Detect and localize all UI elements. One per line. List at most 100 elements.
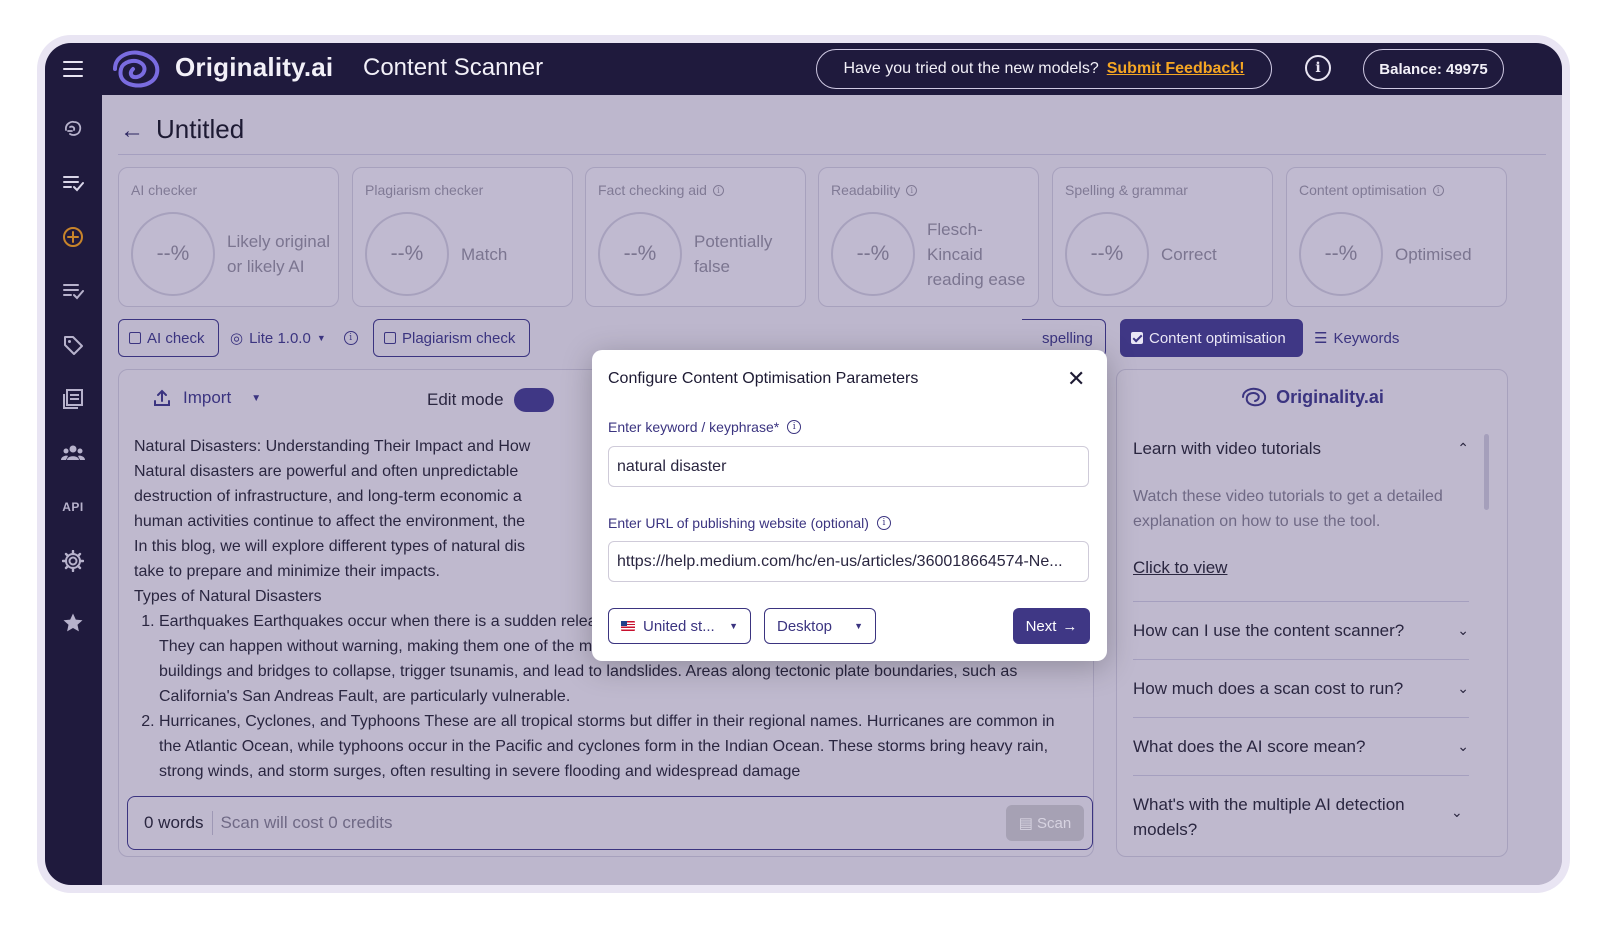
list-check-icon[interactable] <box>59 169 87 197</box>
submit-feedback-link[interactable]: Submit Feedback! <box>1107 60 1245 78</box>
caret-down-icon: ▼ <box>729 621 738 631</box>
card-fact-checking: Fact checking aid i --% Potentially false <box>585 167 806 307</box>
keyword-input[interactable] <box>608 446 1089 487</box>
model-select[interactable]: ◎ Lite 1.0.0 ▼ i <box>230 319 358 357</box>
card-label: Fact checking aid i <box>598 182 724 198</box>
card-label: Spelling & grammar <box>1065 182 1188 198</box>
title-divider <box>118 154 1546 155</box>
faq-item[interactable]: What does the AI score mean? ⌄ <box>1133 734 1469 759</box>
next-label: Next <box>1025 617 1057 635</box>
url-input[interactable] <box>608 541 1089 582</box>
gear-icon[interactable] <box>59 547 87 575</box>
card-description: Match <box>461 244 508 264</box>
import-button[interactable]: Import ▼ <box>153 388 261 408</box>
help-brand: Originality.ai <box>1117 386 1507 408</box>
scan-cost: Scan will cost 0 credits <box>220 813 393 832</box>
plus-circle-icon[interactable] <box>59 223 87 251</box>
chevron-up-icon[interactable]: ⌃ <box>1457 436 1469 461</box>
info-icon[interactable]: i <box>906 184 918 196</box>
hamburger-menu-icon[interactable] <box>55 55 91 83</box>
faq-item-video-tutorials[interactable]: Learn with video tutorials ⌃ <box>1133 436 1469 461</box>
upload-icon <box>154 389 170 406</box>
card-readability: Readability i --% Flesch-Kincaid reading … <box>818 167 1039 307</box>
team-icon[interactable] <box>59 439 87 467</box>
score-gauge: --% <box>598 212 682 296</box>
help-panel: Originality.ai Learn with video tutorial… <box>1116 369 1508 857</box>
country-value: United st... <box>643 617 715 635</box>
content-optimisation-button[interactable]: Content optimisation <box>1120 319 1303 357</box>
scan-footer: 0 words Scan will cost 0 credits ▤ Scan <box>127 796 1093 850</box>
edit-mode-control: Edit mode <box>427 388 554 412</box>
chevron-down-icon[interactable]: ⌄ <box>1457 618 1469 643</box>
library-icon[interactable] <box>59 385 87 413</box>
feedback-banner: Have you tried out the new models? Submi… <box>816 49 1272 89</box>
faq-item[interactable]: How can I use the content scanner? ⌄ <box>1133 618 1469 643</box>
api-icon[interactable]: API <box>59 493 87 521</box>
card-description: Correct <box>1161 244 1217 264</box>
card-description: Flesch-Kincaid reading ease <box>927 219 1026 289</box>
info-icon[interactable]: i <box>876 516 891 530</box>
faq-item[interactable]: What's with the multiple AI detection mo… <box>1133 792 1433 842</box>
card-content-optimisation: Content optimisation i --% Optimised <box>1286 167 1507 307</box>
list-check-icon[interactable] <box>59 277 87 305</box>
chevron-down-icon[interactable]: ⌄ <box>1457 734 1469 759</box>
card-ai-checker: AI checker --% Likely original or likely… <box>118 167 339 307</box>
faq-item[interactable]: How much does a scan cost to run? ⌄ <box>1133 676 1469 701</box>
page-title[interactable]: Untitled <box>156 114 244 145</box>
info-icon[interactable]: i <box>1305 55 1331 81</box>
device-select[interactable]: Desktop ▼ <box>764 608 876 644</box>
checkbox-icon <box>129 332 141 344</box>
next-button[interactable]: Next → <box>1013 608 1090 644</box>
model-label: Lite 1.0.0 <box>249 329 311 347</box>
star-icon[interactable] <box>59 609 87 637</box>
help-scrollbar[interactable] <box>1484 434 1489 510</box>
info-icon[interactable]: i <box>343 331 358 345</box>
plagiarism-check-label: Plagiarism check <box>402 329 516 347</box>
brain-icon[interactable] <box>59 115 87 143</box>
edit-mode-label: Edit mode <box>427 390 504 409</box>
card-spelling-grammar: Spelling & grammar --% Correct <box>1052 167 1273 307</box>
app-title: Content Scanner <box>363 54 544 81</box>
edit-mode-toggle[interactable] <box>513 388 554 412</box>
app-window: Originality.ai Content Scanner Have you … <box>45 43 1562 885</box>
close-icon[interactable]: ✕ <box>1067 368 1085 390</box>
document-icon: ▤ <box>1018 815 1033 832</box>
plagiarism-check-button[interactable]: Plagiarism check <box>373 319 530 357</box>
faq-title: How can I use the content scanner? <box>1133 621 1405 640</box>
click-to-view-link[interactable]: Click to view <box>1133 558 1227 578</box>
globe-icon: ◎ <box>230 330 244 347</box>
score-gauge: --% <box>131 212 215 296</box>
faq-divider <box>1133 775 1469 776</box>
scan-label: Scan <box>1036 814 1072 832</box>
content-optimisation-label: Content optimisation <box>1149 329 1286 347</box>
device-value: Desktop <box>777 617 833 635</box>
balance-badge[interactable]: Balance: 49975 <box>1363 49 1504 89</box>
api-label: API <box>62 500 84 514</box>
keywords-button[interactable]: ☰ Keywords <box>1314 319 1399 357</box>
ai-check-label: AI check <box>147 329 205 347</box>
checkbox-checked-icon <box>1131 332 1143 344</box>
chevron-down-icon[interactable]: ⌄ <box>1457 676 1469 701</box>
chevron-down-icon[interactable]: ⌄ <box>1451 804 1507 821</box>
country-select[interactable]: United st... ▼ <box>608 608 751 644</box>
card-label: Plagiarism checker <box>365 182 484 198</box>
info-icon[interactable]: i <box>787 420 802 434</box>
checkbox-icon <box>384 332 396 344</box>
word-count: 0 words <box>128 811 213 835</box>
score-gauge: --% <box>1065 212 1149 296</box>
info-icon[interactable]: i <box>1432 184 1444 196</box>
back-arrow-icon[interactable]: ← <box>120 117 144 145</box>
card-label: AI checker <box>131 182 198 198</box>
tag-icon[interactable] <box>59 331 87 359</box>
info-icon[interactable]: i <box>712 184 724 196</box>
sliders-icon: ☰ <box>1314 330 1328 347</box>
modal-title: Configure Content Optimisation Parameter… <box>608 370 919 387</box>
help-brand-label: Originality.ai <box>1276 386 1384 407</box>
card-description: Likely original or likely AI <box>227 232 330 276</box>
ai-check-button[interactable]: AI check <box>118 319 219 357</box>
list-item: Hurricanes, Cyclones, and Typhoons These… <box>159 709 1064 784</box>
brain-logo-icon <box>1242 387 1267 407</box>
scan-button[interactable]: ▤ Scan <box>1006 805 1084 841</box>
brand-name[interactable]: Originality.ai <box>175 52 333 83</box>
content-optimisation-modal: Configure Content Optimisation Parameter… <box>592 350 1107 661</box>
